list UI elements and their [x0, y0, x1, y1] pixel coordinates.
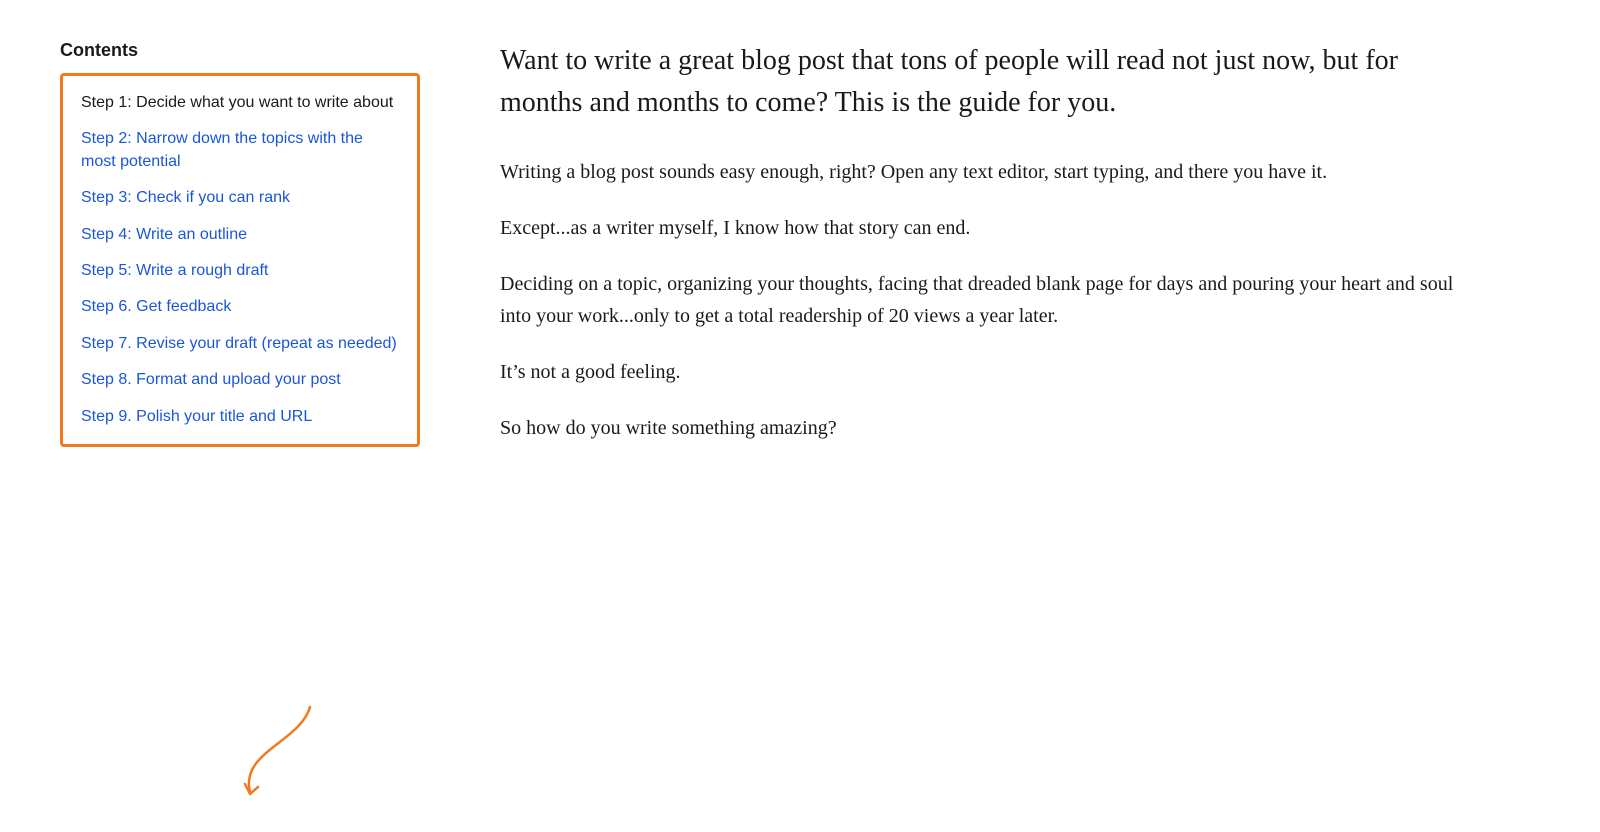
body-paragraph-5: So how do you write something amazing? — [500, 412, 1460, 444]
toc-item-step2[interactable]: Step 2: Narrow down the topics with the … — [81, 128, 399, 173]
toc-item-step5[interactable]: Step 5: Write a rough draft — [81, 260, 399, 282]
body-paragraph-2: Except...as a writer myself, I know how … — [500, 212, 1460, 244]
toc-item-step3[interactable]: Step 3: Check if you can rank — [81, 187, 399, 209]
contents-title: Contents — [60, 40, 420, 61]
toc-item-step9[interactable]: Step 9. Polish your title and URL — [81, 406, 399, 428]
intro-paragraph: Want to write a great blog post that ton… — [500, 40, 1460, 124]
body-paragraph-4: It’s not a good feeling. — [500, 356, 1460, 388]
arrow-container — [220, 702, 340, 802]
body-paragraph-1: Writing a blog post sounds easy enough, … — [500, 156, 1460, 188]
toc-item-step7[interactable]: Step 7. Revise your draft (repeat as nee… — [81, 333, 399, 355]
toc-item-step1: Step 1: Decide what you want to write ab… — [81, 92, 399, 114]
left-panel: Contents Step 1: Decide what you want to… — [60, 40, 460, 792]
right-panel: Want to write a great blog post that ton… — [460, 40, 1460, 792]
toc-box: Step 1: Decide what you want to write ab… — [60, 73, 420, 447]
toc-item-step8[interactable]: Step 8. Format and upload your post — [81, 369, 399, 391]
toc-item-step4[interactable]: Step 4: Write an outline — [81, 224, 399, 246]
body-paragraph-3: Deciding on a topic, organizing your tho… — [500, 268, 1460, 332]
toc-item-step6[interactable]: Step 6. Get feedback — [81, 296, 399, 318]
